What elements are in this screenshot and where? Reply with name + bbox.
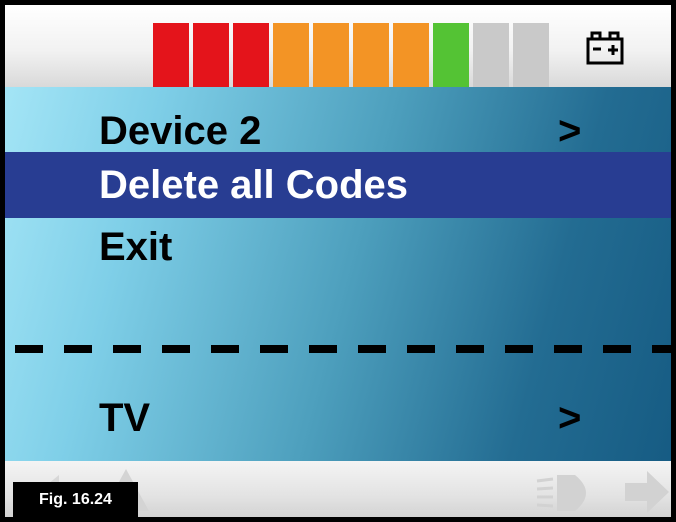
battery-segment (193, 23, 229, 87)
nav-right-icon[interactable] (623, 469, 671, 515)
light-icon[interactable] (535, 471, 607, 515)
menu-item-label: Device 2 (99, 109, 262, 153)
battery-segment (153, 23, 189, 87)
submenu-arrow: > (558, 109, 582, 153)
device-screen: Device 2 > Delete all Codes Exit TV > (0, 0, 676, 522)
battery-segment (273, 23, 309, 87)
menu-item-exit[interactable]: Exit (5, 214, 671, 280)
submenu-arrow: > (558, 396, 582, 440)
battery-gauge (153, 23, 549, 87)
battery-segment (313, 23, 349, 87)
battery-segment (433, 23, 469, 87)
menu-item-label: Exit (99, 225, 173, 269)
menu-item-tv[interactable]: TV > (5, 385, 671, 451)
menu-item-delete-all-codes[interactable]: Delete all Codes (5, 152, 671, 218)
battery-segment (353, 23, 389, 87)
figure-label: Fig. 16.24 (13, 482, 138, 518)
menu-item-label: TV (99, 396, 151, 440)
battery-icon (586, 31, 624, 65)
status-bar (5, 5, 671, 87)
dashed-divider (15, 345, 671, 353)
battery-segment (513, 23, 549, 87)
menu-item-label: Delete all Codes (99, 163, 409, 207)
battery-segment (473, 23, 509, 87)
battery-segment (393, 23, 429, 87)
battery-segment (233, 23, 269, 87)
